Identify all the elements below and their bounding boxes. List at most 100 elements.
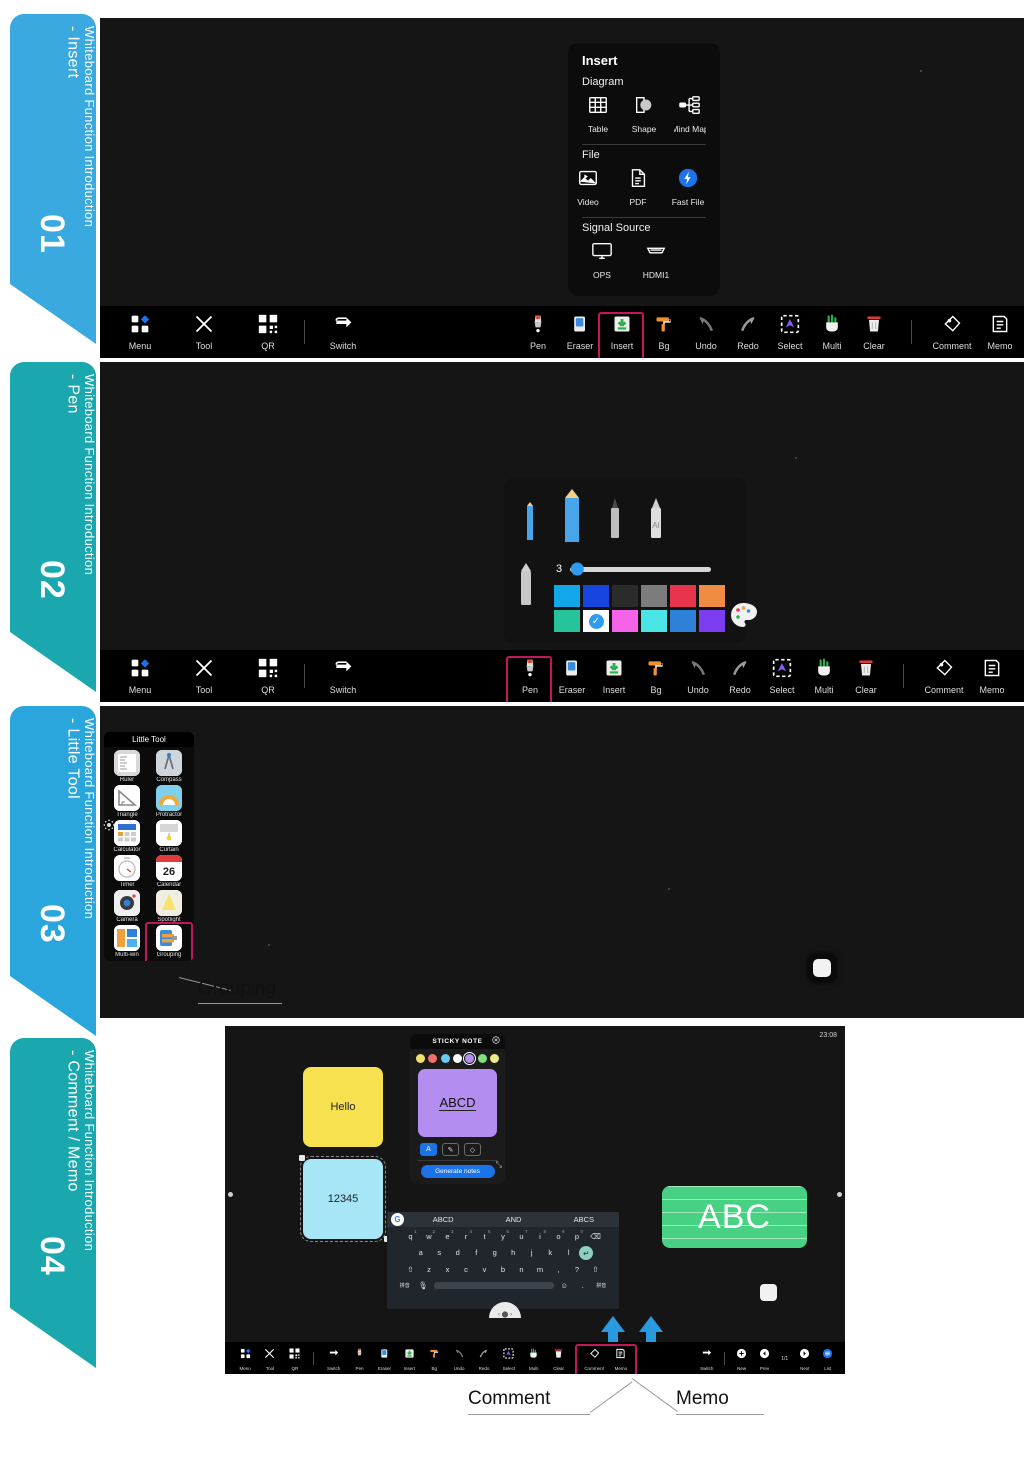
swatch-6[interactable] xyxy=(554,610,580,632)
tb-clear-04[interactable]: Clear xyxy=(546,1346,571,1371)
tb-select-02[interactable]: Select xyxy=(761,658,803,695)
mic-icon[interactable]: 🎙 xyxy=(415,1279,431,1292)
tb-page-list[interactable]: List xyxy=(816,1346,839,1371)
pen-size-slider-row[interactable]: 3 xyxy=(542,562,725,576)
swatch-9[interactable] xyxy=(641,610,667,632)
tb-undo-04[interactable]: Undo xyxy=(447,1346,472,1371)
little-tool-item-ruler[interactable]: Ruler xyxy=(107,750,147,783)
key-s[interactable]: s xyxy=(431,1246,447,1259)
tb-select-04[interactable]: Select xyxy=(496,1346,521,1371)
key-x[interactable]: x xyxy=(440,1263,456,1276)
tb-comment-04[interactable]: Comment xyxy=(581,1346,608,1371)
keyboard-suggestion-bar[interactable]: G ABCD AND ABCS xyxy=(387,1212,619,1227)
tb-insert-02[interactable]: Insert xyxy=(593,658,635,695)
whiteboard-canvas-03[interactable] xyxy=(100,706,1024,1018)
swatch-0[interactable] xyxy=(554,585,580,607)
insert-item-hdmi1[interactable]: HDMI1 xyxy=(636,240,676,280)
right-edge-handle[interactable] xyxy=(837,1192,842,1197)
key-space[interactable] xyxy=(433,1282,554,1289)
key-i[interactable]: 8i xyxy=(532,1229,548,1243)
tb-memo-02[interactable]: Memo xyxy=(968,658,1016,695)
insert-item-ops[interactable]: OPS xyxy=(582,240,622,280)
little-tool-item-triangle[interactable]: Triangle xyxy=(107,785,147,818)
swatch-8[interactable] xyxy=(612,610,638,632)
pen-panel[interactable]: AI 3 ✓ xyxy=(504,478,757,643)
key-k[interactable]: k xyxy=(542,1246,558,1259)
insert-item-table[interactable]: Table xyxy=(582,94,614,134)
key-v[interactable]: v xyxy=(477,1263,493,1276)
little-tool-item-calendar[interactable]: 26 Calendar xyxy=(149,855,189,888)
resize-handle-icon[interactable]: ⤡ xyxy=(496,1160,502,1170)
swatch-3[interactable] xyxy=(641,585,667,607)
key-j[interactable]: j xyxy=(524,1246,540,1259)
color-swatches[interactable]: ✓ xyxy=(554,585,725,632)
key-z[interactable]: z xyxy=(421,1263,437,1276)
key-t[interactable]: 5t xyxy=(477,1229,493,1243)
key-n[interactable]: n xyxy=(514,1263,530,1276)
swatch-5[interactable] xyxy=(699,585,725,607)
keyboard-suggestion-1[interactable]: AND xyxy=(478,1215,548,1224)
key-y[interactable]: 6y xyxy=(495,1229,511,1243)
little-tool-item-camera[interactable]: Camera xyxy=(107,890,147,923)
tb-tool-04[interactable]: Tool xyxy=(258,1346,283,1371)
lang-label-right[interactable]: 拼音 xyxy=(593,1279,609,1292)
text-tool-icon[interactable]: A xyxy=(420,1143,437,1156)
thick-blue-pencil-icon[interactable] xyxy=(560,488,584,553)
shift-icon-right[interactable]: ⇧ xyxy=(588,1263,604,1276)
abc-board[interactable]: ABC xyxy=(662,1186,807,1248)
tb-menu-02[interactable]: Menu xyxy=(118,658,162,695)
tb-insert-04[interactable]: Insert xyxy=(397,1346,422,1371)
sticky-color-4-selected[interactable] xyxy=(463,1052,477,1065)
close-circle-icon[interactable] xyxy=(492,1036,500,1046)
tb-memo-01[interactable]: Memo xyxy=(976,314,1024,351)
sticky-color-6[interactable] xyxy=(490,1054,500,1063)
insert-item-video[interactable]: Video xyxy=(570,167,606,207)
key-question[interactable]: ? xyxy=(569,1263,585,1276)
pen-size-slider[interactable] xyxy=(570,562,711,576)
tb-switch-right-04[interactable]: Switch xyxy=(694,1346,719,1371)
floating-round-button[interactable] xyxy=(807,953,837,983)
generate-notes-button[interactable]: Generate notes xyxy=(420,1165,495,1178)
tb-bg-01[interactable]: Bg xyxy=(643,314,685,351)
tb-comment-02[interactable]: Comment xyxy=(920,658,968,695)
sticky-note-tools[interactable]: A ✎ ◇ xyxy=(410,1141,505,1160)
key-p[interactable]: 0p xyxy=(569,1229,585,1243)
tb-eraser-01[interactable]: Eraser xyxy=(559,314,601,351)
tb-menu-04[interactable]: Menu xyxy=(233,1346,258,1371)
key-r[interactable]: 4r xyxy=(458,1229,474,1243)
tb-clear-02[interactable]: Clear xyxy=(845,658,887,695)
little-tool-item-curtain[interactable]: Curtain xyxy=(149,820,189,853)
sticky-color-3[interactable] xyxy=(453,1054,462,1063)
swatch-4[interactable] xyxy=(670,585,696,607)
tb-qr-02[interactable]: QR xyxy=(246,658,290,695)
tb-bg-02[interactable]: Bg xyxy=(635,658,677,695)
tb-memo-04[interactable]: Memo xyxy=(575,1343,638,1374)
insert-item-shape[interactable]: Shape xyxy=(628,94,660,134)
swatch-2[interactable] xyxy=(612,585,638,607)
little-tool-item-multi-window[interactable]: Multi-win xyxy=(107,925,147,958)
key-q[interactable]: 1q xyxy=(403,1229,419,1243)
grey-pen-icon[interactable] xyxy=(516,561,536,622)
tb-tool-02[interactable]: Tool xyxy=(182,658,226,695)
key-l[interactable]: l xyxy=(561,1246,577,1259)
key-h[interactable]: h xyxy=(505,1246,521,1259)
sticky-color-2[interactable] xyxy=(440,1054,450,1063)
key-g[interactable]: g xyxy=(487,1246,503,1259)
panel-settings-gear-icon[interactable] xyxy=(103,818,115,836)
tb-eraser-02[interactable]: Eraser xyxy=(551,658,593,695)
tb-new-page[interactable]: New xyxy=(730,1346,753,1371)
thin-blue-pencil-icon[interactable] xyxy=(522,500,538,553)
sticky-note-preview[interactable]: ABCD xyxy=(418,1069,497,1137)
tb-eraser-04[interactable]: Eraser xyxy=(372,1346,397,1371)
canvas-float-square[interactable] xyxy=(760,1284,777,1301)
pen-size-slider-knob[interactable] xyxy=(570,562,584,576)
insert-item-fast-file[interactable]: Fast File xyxy=(670,167,706,207)
tb-prev-page[interactable]: Prev xyxy=(753,1346,776,1371)
sticky-note-panel[interactable]: STICKY NOTE ABCD A ✎ ◇ Generate notes ⤡ xyxy=(410,1034,505,1184)
lang-label-left[interactable]: 拼音 xyxy=(397,1279,413,1292)
left-edge-handle[interactable] xyxy=(228,1192,233,1197)
tb-multi-02[interactable]: Multi xyxy=(803,658,845,695)
tb-undo-01[interactable]: Undo xyxy=(685,314,727,351)
key-m[interactable]: m xyxy=(532,1263,548,1276)
pen-tool-icon[interactable]: ✎ xyxy=(442,1143,459,1156)
